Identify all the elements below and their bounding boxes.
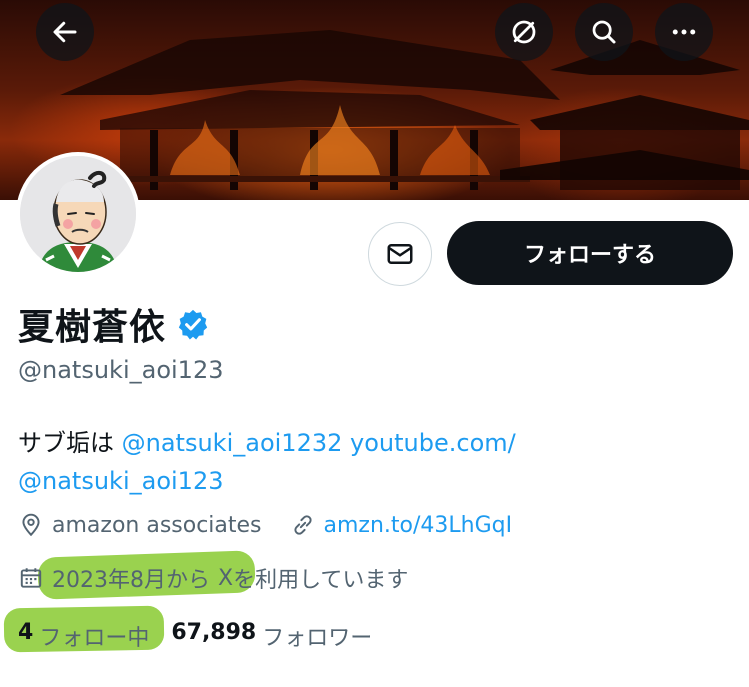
verified-badge-icon[interactable] [176, 307, 210, 341]
mail-icon [387, 244, 413, 264]
location-text: amazon associates [52, 512, 262, 538]
more-button[interactable] [655, 3, 713, 61]
display-name: 夏樹蒼依 [18, 307, 167, 348]
follow-stats: 4 フォロー中 67,898 フォロワー [18, 620, 372, 652]
handle: @natsuki_aoi123 [18, 356, 224, 384]
followers-label: フォロワー [262, 626, 373, 651]
bio-url-link[interactable]: youtube.com/ [350, 429, 516, 457]
message-button[interactable] [368, 222, 432, 286]
search-button[interactable] [575, 3, 633, 61]
followers-stat[interactable]: 67,898 フォロワー [171, 620, 372, 652]
website-link[interactable]: amzn.to/43LhGqI [324, 513, 513, 538]
location: amazon associates [18, 512, 262, 538]
following-stat[interactable]: 4 フォロー中 [18, 620, 149, 652]
arrow-left-icon [53, 21, 77, 43]
link-icon [293, 515, 312, 535]
joined-x: X [218, 565, 234, 591]
website[interactable]: amzn.to/43LhGqI [290, 512, 513, 538]
follow-button[interactable]: フォローする [447, 221, 733, 285]
profile-meta: amazon associates amzn.to/43LhGqI [18, 512, 512, 538]
bio-url-link-continued[interactable]: @natsuki_aoi123 [18, 467, 223, 495]
no-translate-button[interactable] [495, 3, 553, 61]
bio-text: サブ垢は [18, 429, 122, 457]
samurai-avatar-image [20, 156, 136, 272]
no-translate-icon [512, 20, 536, 44]
bio: サブ垢は @natsuki_aoi1232 youtube.com/ @nats… [18, 424, 718, 500]
bio-mention-link[interactable]: @natsuki_aoi1232 [122, 429, 343, 457]
following-label: フォロー中 [39, 626, 150, 651]
name-row: 夏樹蒼依 [18, 298, 210, 350]
more-icon [672, 29, 696, 35]
follow-button-label: フォローする [523, 243, 656, 268]
avatar[interactable] [16, 152, 140, 276]
back-button[interactable] [36, 3, 94, 61]
followers-count: 67,898 [171, 620, 257, 645]
calendar-icon [20, 568, 42, 588]
joined-suffix: を利用しています [233, 568, 409, 593]
joined-date: 2023年8月から X を利用しています [18, 562, 408, 594]
following-count: 4 [18, 620, 34, 645]
location-pin-icon [22, 513, 40, 537]
search-icon [592, 20, 616, 44]
joined-date-text: 2023年8月から [52, 568, 210, 593]
